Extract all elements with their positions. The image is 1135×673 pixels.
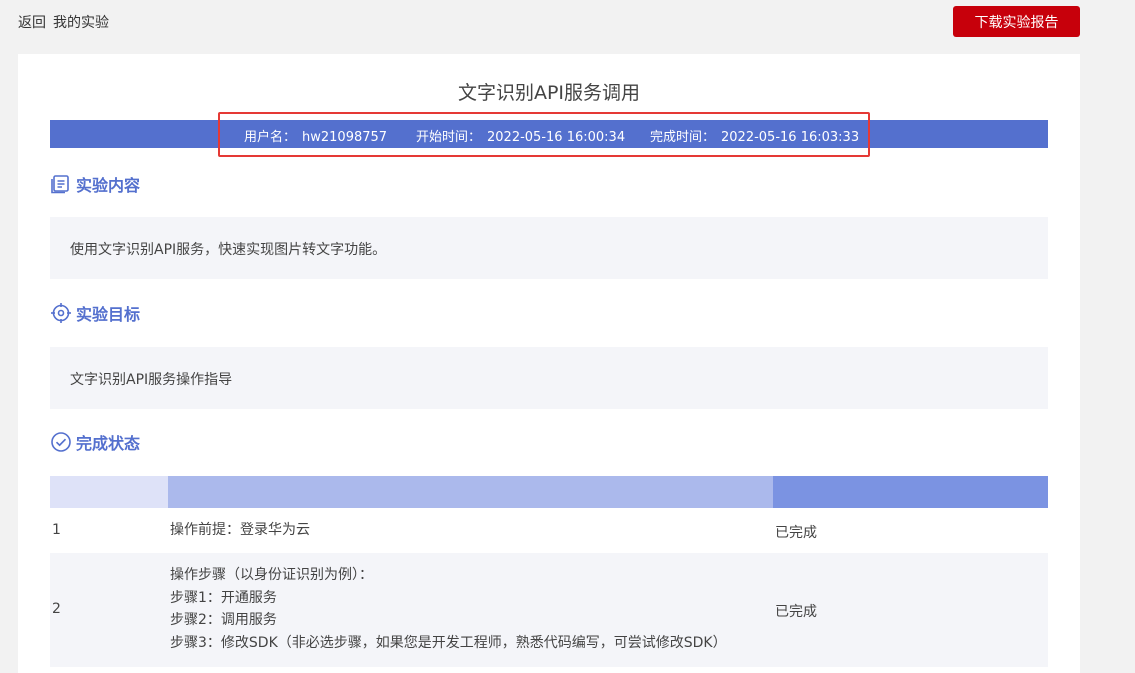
end-time-value: 2022-05-16 16:03:33 <box>721 130 860 145</box>
download-report-button[interactable]: 下载实验报告 <box>953 6 1080 37</box>
document-list-icon <box>50 173 72 195</box>
start-time-label: 开始时间： <box>416 130 482 145</box>
section-status-title: 完成状态 <box>76 434 141 453</box>
top-bar: 返回 我的实验 下载实验报告 <box>0 0 1135 46</box>
end-time-label: 完成时间： <box>650 130 716 145</box>
section-goal-title: 实验目标 <box>76 305 141 324</box>
page-breadcrumb: 我的实验 <box>53 15 109 31</box>
user-label: 用户名： <box>244 130 297 145</box>
table-header-col-2 <box>168 476 773 508</box>
row-description-line: 操作前提：登录华为云 <box>170 522 310 538</box>
row-status: 已完成 <box>775 525 817 541</box>
table-header-col-3 <box>773 476 1048 508</box>
experiment-info-bar: 用户名： hw21098757 开始时间： 2022-05-16 16:00:34 … <box>50 120 1048 148</box>
experiment-card: 文字识别API服务调用 用户名： hw21098757 开始时间： 2022-05-… <box>18 54 1080 673</box>
row-description: 操作步骤（以身份证识别为例）： 步骤1：开通服务 步骤2：调用服务 步骤3：修改… <box>170 564 727 654</box>
row-description-line: 步骤2：调用服务 <box>170 612 277 628</box>
experiment-title: 文字识别API服务调用 <box>457 82 641 104</box>
row-number: 2 <box>52 601 61 617</box>
table-header <box>50 476 1048 508</box>
section-content-title: 实验内容 <box>76 176 141 195</box>
back-link[interactable]: 返回 <box>18 12 46 32</box>
row-description-line: 步骤1：开通服务 <box>170 589 277 606</box>
end-time-info: 完成时间： 2022-05-16 16:03:33 <box>650 126 859 145</box>
target-icon <box>50 302 72 324</box>
check-circle-icon <box>50 431 72 453</box>
start-time-value: 2022-05-16 16:00:34 <box>487 130 626 145</box>
table-row: 2 操作步骤（以身份证识别为例）： 步骤1：开通服务 步骤2：调用服务 步骤3：… <box>50 553 1048 667</box>
status-table: 1 操作前提：登录华为云 已完成 2 操作步骤（以身份证识别为例）： 步骤1：开… <box>50 476 1048 667</box>
row-status: 已完成 <box>775 604 817 620</box>
start-time-info: 开始时间： 2022-05-16 16:00:34 <box>416 126 625 145</box>
user-info: 用户名： hw21098757 <box>244 126 387 145</box>
user-value: hw21098757 <box>302 130 388 145</box>
experiment-goal-text: 文字识别API服务操作指导 <box>50 347 1048 409</box>
table-row: 1 操作前提：登录华为云 已完成 <box>50 508 1048 553</box>
table-header-col-1 <box>50 476 168 508</box>
row-description-line: 步骤3：修改SDK（非必选步骤，如果您是开发工程师，熟悉代码编写，可尝试修改SD… <box>170 634 727 651</box>
row-description: 操作前提：登录华为云 <box>170 519 310 542</box>
row-description-line: 操作步骤（以身份证识别为例）： <box>170 567 373 583</box>
experiment-content-text: 使用文字识别API服务，快速实现图片转文字功能。 <box>50 217 1048 279</box>
row-number: 1 <box>52 522 61 538</box>
